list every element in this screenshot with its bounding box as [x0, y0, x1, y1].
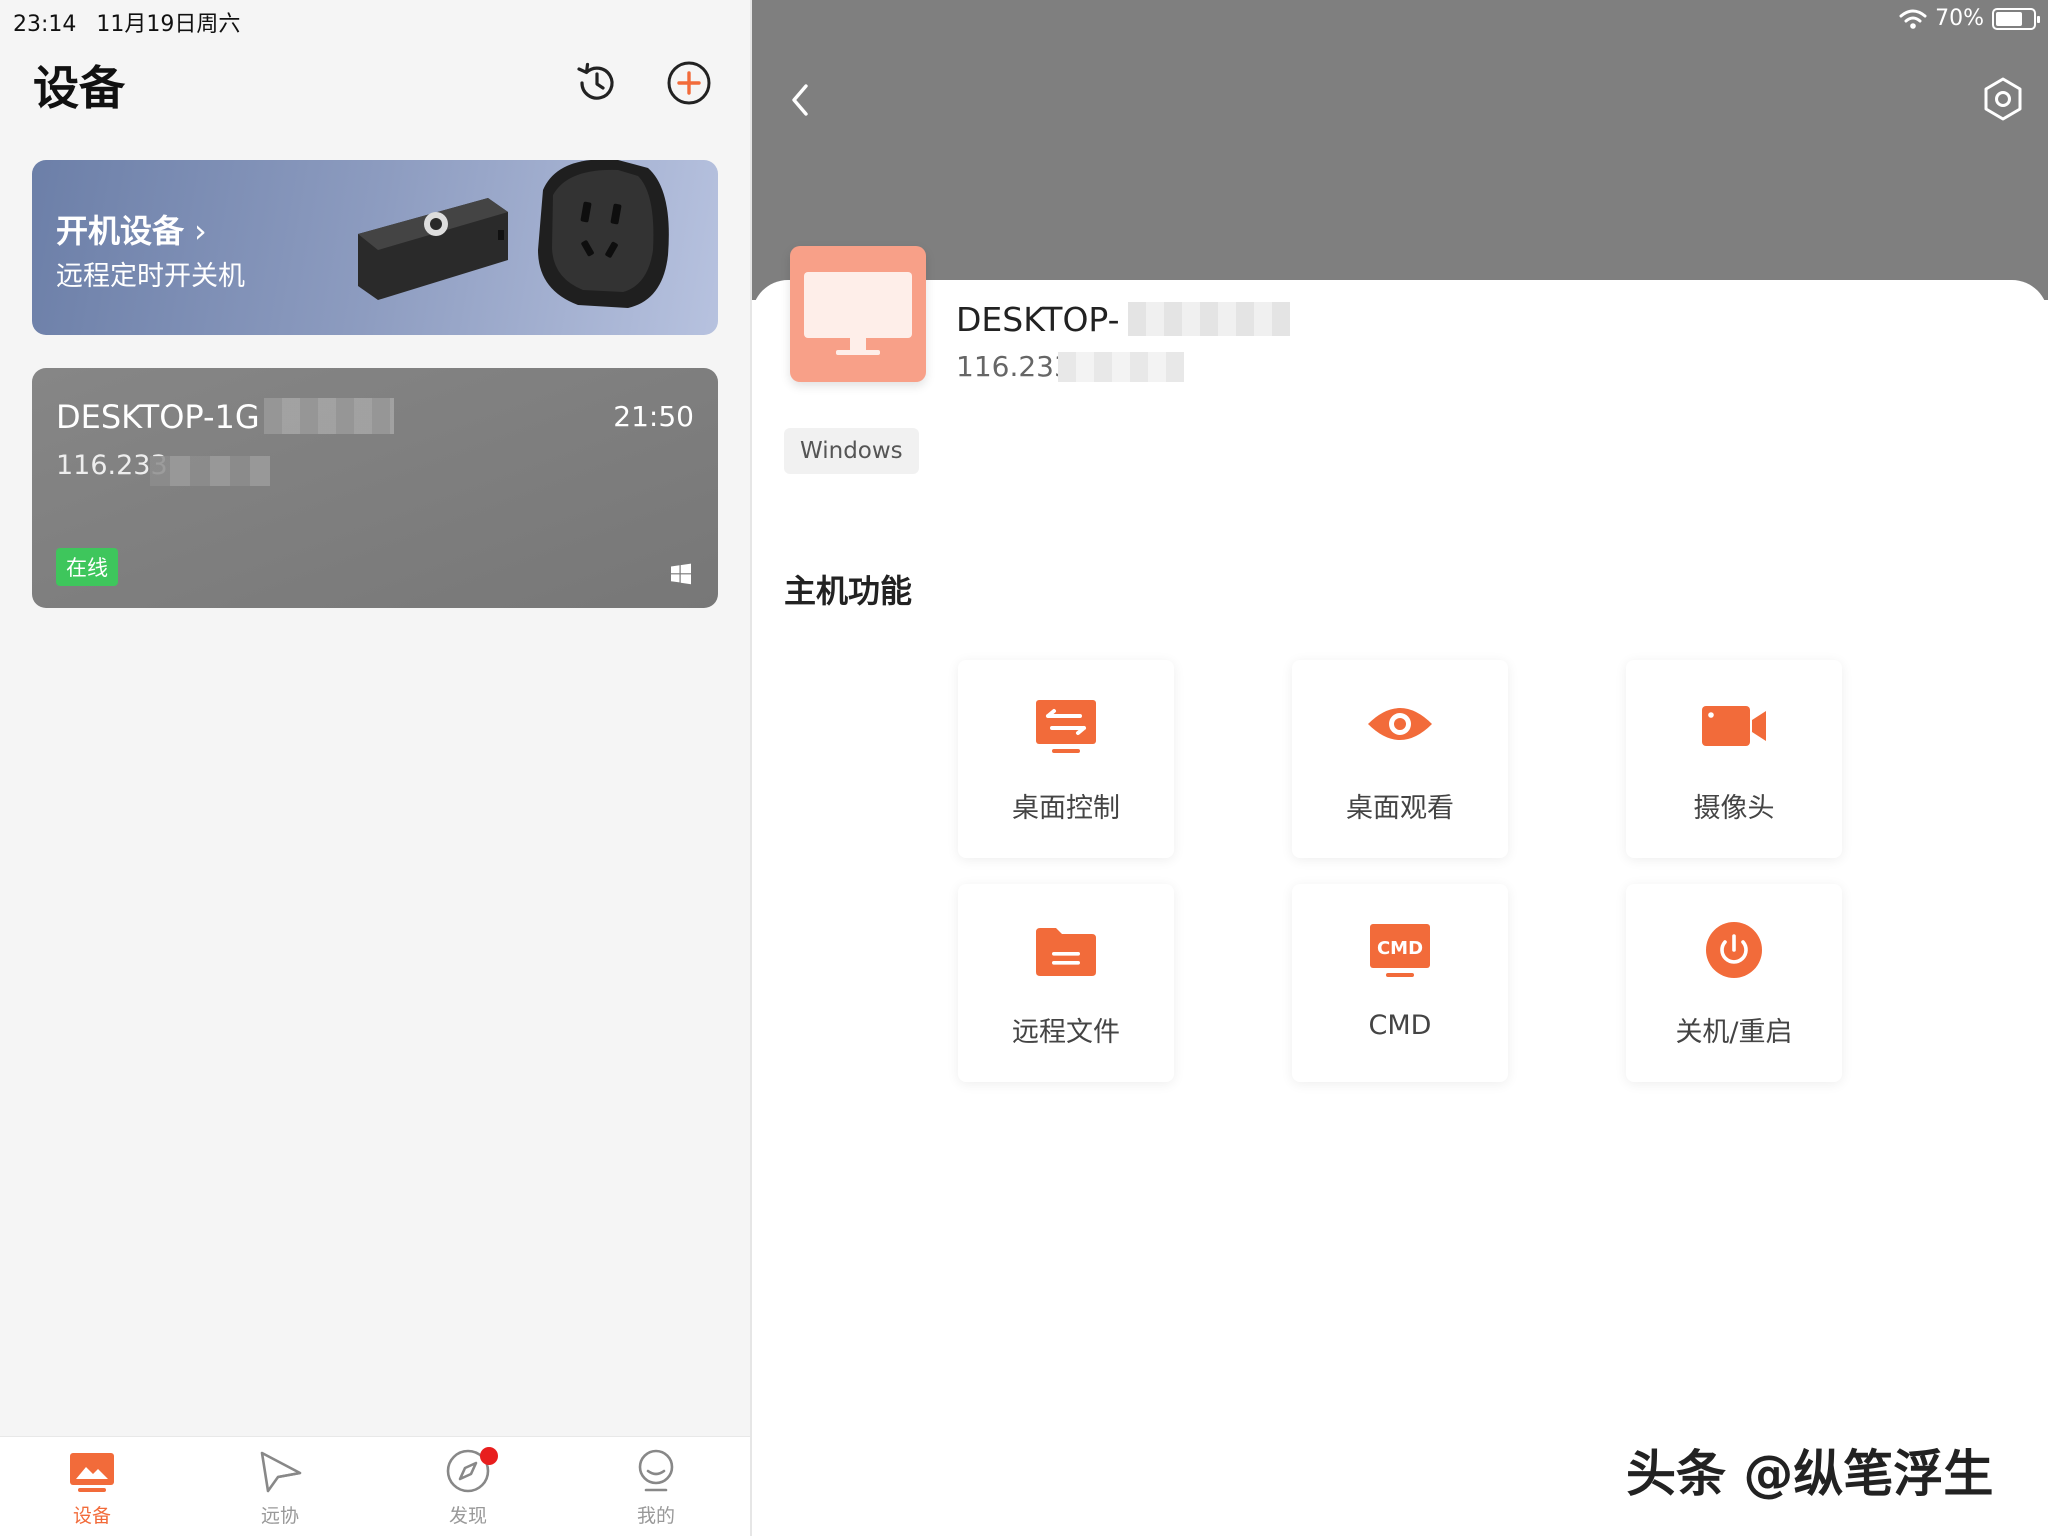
section-title: 主机功能 — [784, 572, 913, 610]
notification-dot — [480, 1447, 498, 1465]
host-name: DESKTOP- — [956, 300, 1120, 339]
history-icon — [577, 62, 614, 100]
banner-subtitle: 远程定时开关机 — [56, 261, 245, 292]
power-icon — [1706, 922, 1762, 978]
function-label: 关机/重启 — [1675, 1017, 1793, 1048]
page-title: 设备 — [33, 61, 125, 115]
tab-label: 我的 — [636, 1505, 675, 1527]
status-time: 23:14 — [13, 12, 77, 37]
tab-label: 发现 — [448, 1505, 487, 1527]
tab-profile[interactable]: 我的 — [596, 1447, 716, 1528]
status-bar-left: 23:14 11月19日周六 — [13, 6, 240, 38]
watermark: 头条 @纵笔浮生 — [1626, 1445, 1994, 1503]
battery-percent: 70% — [1935, 6, 1984, 31]
camera-button[interactable]: 摄像头 — [1626, 660, 1842, 858]
folder-icon — [1036, 928, 1096, 976]
cmd-icon: CMD — [1370, 924, 1430, 977]
desktop-control-icon — [1036, 700, 1096, 753]
status-bar-right: 70% — [1899, 6, 2040, 31]
device-detail-pane: 70% DESKTOP- 116.233 Windows 主机功能 桌面控制 桌… — [752, 0, 2048, 1536]
function-label: CMD — [1368, 1010, 1432, 1041]
tab-label: 设备 — [72, 1505, 111, 1527]
windows-icon — [671, 563, 691, 585]
profile-icon — [638, 1449, 674, 1492]
status-date: 11月19日周六 — [96, 12, 241, 37]
function-label: 桌面控制 — [1012, 793, 1120, 824]
host-ip: 116.233 — [956, 350, 1072, 383]
os-tag: Windows — [784, 428, 919, 474]
device-name: DESKTOP-1G — [56, 398, 260, 436]
add-device-button[interactable] — [666, 60, 712, 106]
tab-bar: 设备 远协 发现 我的 — [0, 1436, 750, 1536]
function-label: 远程文件 — [1012, 1017, 1120, 1048]
tab-label: 远协 — [260, 1505, 299, 1527]
battery-icon — [1992, 7, 2040, 30]
chevron-right-icon: › — [194, 212, 207, 250]
device-time: 21:50 — [613, 400, 694, 433]
tab-devices[interactable]: 设备 — [32, 1447, 152, 1528]
cmd-button[interactable]: CMD CMD — [1292, 884, 1508, 1082]
desktop-control-button[interactable]: 桌面控制 — [958, 660, 1174, 858]
settings-icon[interactable] — [1980, 76, 2026, 122]
redacted-host-ip — [1058, 352, 1184, 382]
monitor-icon — [804, 272, 912, 355]
redacted-name — [264, 398, 394, 434]
function-label: 桌面观看 — [1346, 793, 1454, 824]
camera-icon — [1702, 706, 1766, 746]
function-label: 摄像头 — [1693, 793, 1775, 824]
add-circle-icon — [667, 61, 711, 105]
device-icon — [70, 1453, 114, 1492]
desktop-view-button[interactable]: 桌面观看 — [1292, 660, 1508, 858]
tab-remote-assist[interactable]: 远协 — [220, 1447, 340, 1528]
host-avatar — [790, 246, 926, 382]
banner-title: 开机设备 › — [56, 212, 207, 250]
wifi-icon — [1899, 9, 1927, 29]
detail-header-background — [752, 0, 2048, 300]
remote-file-button[interactable]: 远程文件 — [958, 884, 1174, 1082]
send-icon — [260, 1451, 302, 1493]
smart-plug-image — [358, 160, 669, 308]
tab-discover[interactable]: 发现 — [408, 1447, 528, 1528]
redacted-host-name — [1128, 302, 1290, 336]
power-on-device-banner[interactable]: 开机设备 › 远程定时开关机 — [32, 160, 718, 335]
device-card[interactable]: DESKTOP-1G 116.233 21:50 在线 — [32, 368, 718, 608]
back-icon[interactable] — [782, 78, 818, 122]
status-badge: 在线 — [56, 548, 118, 586]
shutdown-restart-button[interactable]: 关机/重启 — [1626, 884, 1842, 1082]
history-button[interactable] — [574, 60, 620, 106]
device-list-pane: 23:14 11月19日周六 设备 开机设备 › 远程定时开关机 DESKTOP… — [0, 0, 750, 1536]
cmd-badge-text: CMD — [1377, 938, 1423, 959]
eye-icon — [1368, 708, 1432, 740]
redacted-ip — [150, 456, 270, 486]
